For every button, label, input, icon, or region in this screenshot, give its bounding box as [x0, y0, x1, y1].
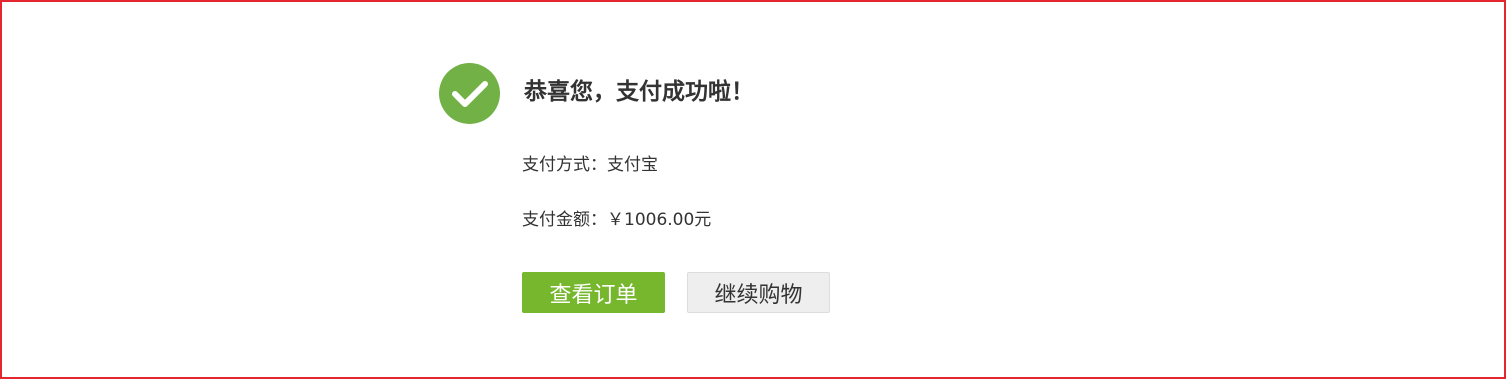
payment-method-label: 支付方式：	[522, 155, 607, 175]
payment-amount-label: 支付金额：	[522, 210, 607, 230]
payment-method-row: 支付方式：支付宝	[522, 153, 658, 177]
check-icon	[451, 80, 488, 107]
payment-amount-row: 支付金额：￥1006.00元	[522, 208, 711, 232]
payment-method-value: 支付宝	[607, 155, 658, 175]
check-circle-icon	[439, 63, 500, 124]
continue-shopping-button[interactable]: 继续购物	[687, 272, 830, 313]
payment-amount-value: ￥1006.00元	[607, 210, 712, 230]
payment-success-panel: 恭喜您，支付成功啦！ 支付方式：支付宝 支付金额：￥1006.00元 查看订单 …	[0, 0, 1506, 379]
view-order-button[interactable]: 查看订单	[522, 272, 665, 313]
success-title: 恭喜您，支付成功啦！	[524, 79, 754, 105]
